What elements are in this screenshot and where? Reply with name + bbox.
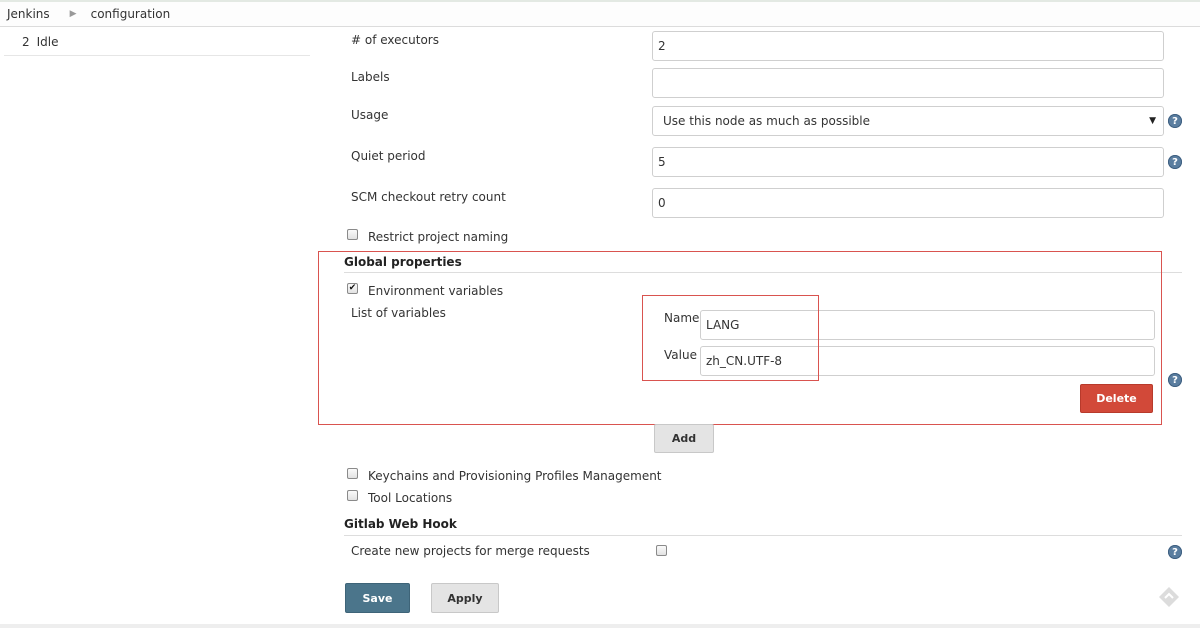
tool-locations-label: Tool Locations: [368, 491, 453, 505]
scm-retry-input[interactable]: 0: [652, 188, 1164, 218]
keychains-checkbox[interactable]: [347, 468, 358, 479]
executor-status: Idle: [36, 34, 59, 49]
save-button[interactable]: Save: [345, 583, 410, 613]
dropdown-arrow-icon: ▼: [1149, 116, 1156, 126]
tool-locations-checkbox[interactable]: [347, 490, 358, 501]
labels-label: Labels: [351, 70, 390, 84]
help-icon[interactable]: ?: [1168, 114, 1182, 128]
labels-input[interactable]: [652, 68, 1164, 98]
collapse-panel-icon[interactable]: [1157, 585, 1181, 609]
help-icon[interactable]: ?: [1168, 545, 1182, 559]
usage-selected-value: Use this node as much as possible: [663, 114, 870, 128]
section-divider: [344, 535, 1182, 536]
breadcrumb: Jenkins ▶ configuration: [0, 2, 1200, 27]
executors-input[interactable]: 2: [652, 31, 1164, 61]
quiet-period-label: Quiet period: [351, 149, 426, 163]
merge-requests-label: Create new projects for merge requests: [351, 544, 590, 558]
quiet-period-input[interactable]: 5: [652, 147, 1164, 177]
chevron-right-icon: ▶: [69, 9, 77, 19]
breadcrumb-jenkins[interactable]: Jenkins: [7, 7, 50, 21]
breadcrumb-configuration[interactable]: configuration: [91, 7, 171, 21]
executor-number: 2: [22, 34, 30, 49]
usage-select[interactable]: Use this node as much as possible ▼: [652, 106, 1164, 136]
help-icon[interactable]: ?: [1168, 155, 1182, 169]
help-icon[interactable]: ?: [1168, 373, 1182, 387]
executor-status-panel: 2 Idle: [4, 28, 310, 56]
usage-label: Usage: [351, 108, 389, 122]
restrict-naming-checkbox[interactable]: [347, 229, 358, 240]
scm-retry-label: SCM checkout retry count: [351, 190, 506, 204]
add-button[interactable]: Add: [654, 424, 714, 453]
bottom-bar: [0, 624, 1200, 628]
highlight-box-name-value: [642, 295, 819, 381]
apply-button[interactable]: Apply: [431, 583, 499, 613]
keychains-label: Keychains and Provisioning Profiles Mana…: [368, 469, 662, 483]
restrict-naming-label: Restrict project naming: [368, 230, 509, 244]
gitlab-webhook-title: Gitlab Web Hook: [344, 517, 457, 531]
merge-requests-checkbox[interactable]: [656, 545, 667, 556]
executors-label: # of executors: [351, 33, 439, 47]
